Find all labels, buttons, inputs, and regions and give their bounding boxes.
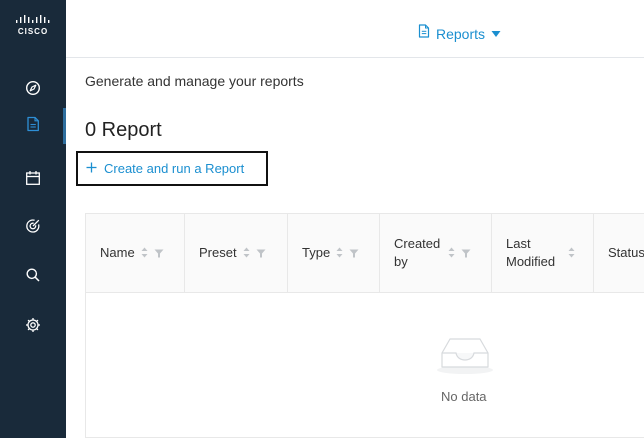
report-doc-icon xyxy=(418,24,430,43)
sort-icon[interactable] xyxy=(141,246,148,261)
sidebar-item-explore[interactable] xyxy=(0,72,66,108)
report-doc-icon xyxy=(26,116,40,137)
column-label: Status xyxy=(608,245,644,260)
create-report-button[interactable]: Create and run a Report xyxy=(76,151,268,186)
filter-icon[interactable] xyxy=(349,246,359,261)
filter-icon[interactable] xyxy=(154,246,164,261)
sort-icon[interactable] xyxy=(568,246,575,261)
sidebar-item-search[interactable] xyxy=(0,259,66,295)
column-created-by[interactable]: Created by xyxy=(380,214,492,292)
column-last-modified[interactable]: Last Modified xyxy=(492,214,594,292)
empty-inbox-icon xyxy=(434,335,496,380)
sort-icon[interactable] xyxy=(448,246,455,261)
empty-state xyxy=(86,292,644,439)
sidebar: CISCO xyxy=(0,0,66,438)
svg-text:CISCO: CISCO xyxy=(18,27,48,36)
sidebar-item-settings[interactable] xyxy=(0,309,66,345)
reports-table: Name Preset Type Created by Last Modifie… xyxy=(85,213,644,438)
caret-down-icon xyxy=(491,25,501,43)
sidebar-item-calendar[interactable] xyxy=(0,162,66,198)
column-label: Last Modified xyxy=(506,236,556,269)
calendar-icon xyxy=(25,170,41,191)
column-status[interactable]: Status xyxy=(594,214,644,292)
column-label: Preset xyxy=(199,245,237,260)
page-title: 0 Report xyxy=(85,119,162,141)
column-preset[interactable]: Preset xyxy=(185,214,288,292)
top-bar: Reports xyxy=(66,0,644,58)
create-report-label: Create and run a Report xyxy=(104,161,245,176)
search-icon xyxy=(25,267,41,288)
column-label: Name xyxy=(100,245,135,260)
empty-state-text: No data xyxy=(441,389,487,404)
gear-icon xyxy=(25,317,41,338)
column-name[interactable]: Name xyxy=(86,214,185,292)
sort-icon[interactable] xyxy=(243,246,250,261)
compass-icon xyxy=(25,80,41,101)
plus-icon xyxy=(86,161,97,176)
filter-icon[interactable] xyxy=(461,246,471,261)
column-type[interactable]: Type xyxy=(288,214,380,292)
page-subtitle: Generate and manage your reports xyxy=(85,73,304,89)
target-icon xyxy=(25,218,41,239)
reports-dropdown-label: Reports xyxy=(436,25,486,42)
cisco-logo[interactable]: CISCO xyxy=(0,0,66,52)
reports-dropdown[interactable]: Reports xyxy=(418,24,501,43)
sort-icon[interactable] xyxy=(336,246,343,261)
sidebar-item-targets[interactable] xyxy=(0,210,66,246)
column-label: Type xyxy=(302,245,331,260)
filter-icon[interactable] xyxy=(256,246,266,261)
table-header: Name Preset Type Created by Last Modifie… xyxy=(86,214,644,293)
column-label: Created by xyxy=(394,236,441,269)
sidebar-item-reports[interactable] xyxy=(0,108,66,144)
